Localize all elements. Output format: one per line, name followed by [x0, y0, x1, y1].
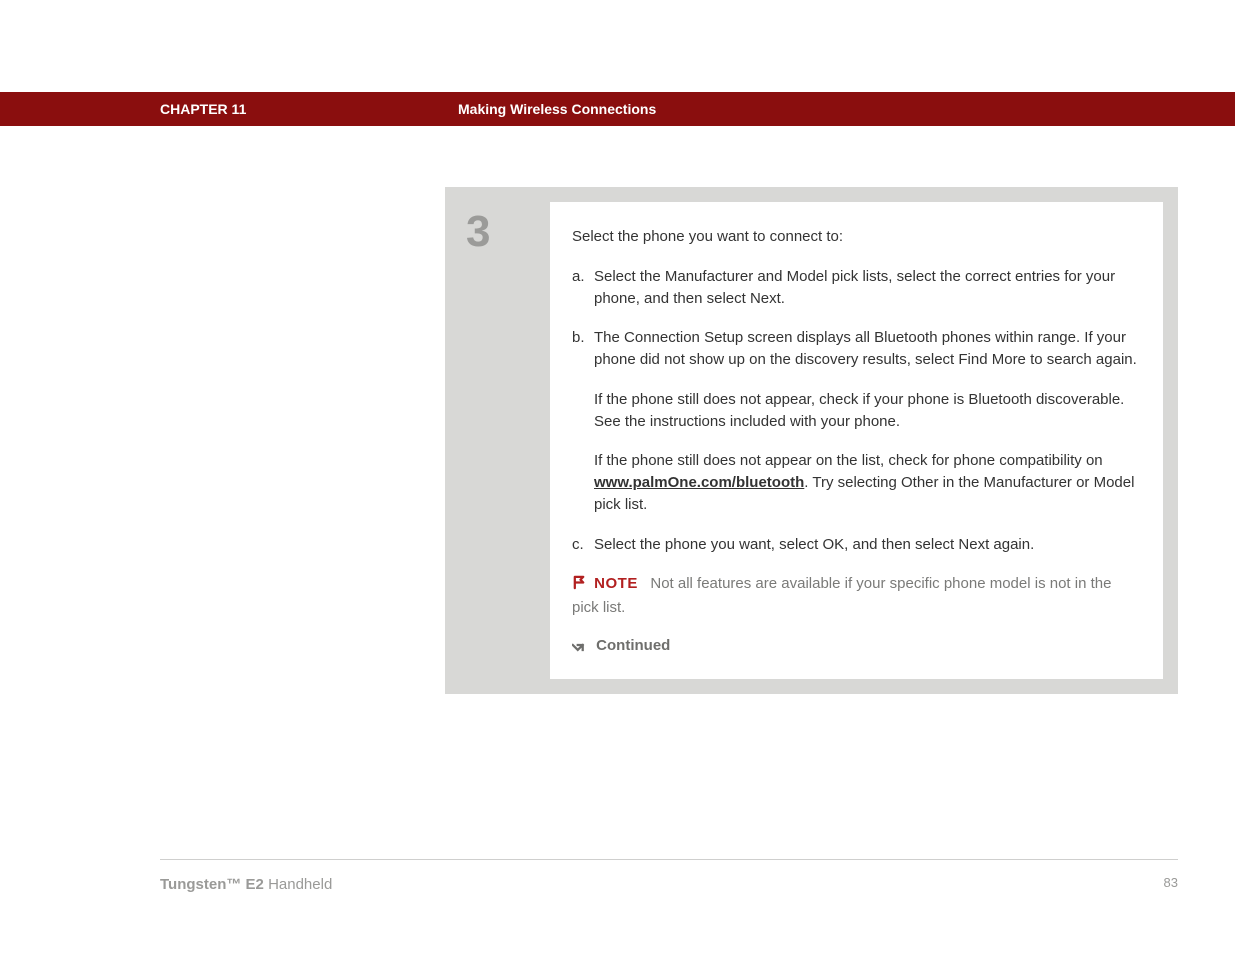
list-text: The Connection Setup screen displays all… — [594, 327, 1141, 515]
continued-label: Continued — [596, 637, 670, 654]
product-light: Handheld — [264, 876, 332, 893]
note-label: NOTE — [594, 575, 638, 592]
arrow-down-right-icon — [572, 637, 586, 659]
chapter-header-bar: CHAPTER 11 Making Wireless Connections — [0, 92, 1235, 126]
chapter-number: CHAPTER 11 — [160, 99, 246, 119]
step-card: 3 Select the phone you want to connect t… — [445, 187, 1178, 694]
product-name: Tungsten™ E2 Handheld — [160, 874, 332, 896]
step-number: 3 — [460, 202, 550, 679]
product-bold: Tungsten™ E2 — [160, 876, 264, 893]
step-body: Select the phone you want to connect to:… — [550, 202, 1163, 679]
compatibility-link[interactable]: www.palmOne.com/bluetooth — [594, 474, 804, 491]
list-text-sub1: If the phone still does not appear, chec… — [594, 389, 1141, 433]
chapter-title: Making Wireless Connections — [458, 99, 656, 119]
list-text: Select the Manufacturer and Model pick l… — [594, 266, 1141, 310]
page-number: 83 — [1164, 874, 1178, 896]
list-marker: b. — [572, 327, 594, 515]
continued-line: Continued — [572, 635, 1141, 659]
list-marker: c. — [572, 534, 594, 556]
list-item: c. Select the phone you want, select OK,… — [572, 534, 1141, 556]
list-text: Select the phone you want, select OK, an… — [594, 534, 1141, 556]
list-text-main: The Connection Setup screen displays all… — [594, 329, 1137, 368]
flag-icon — [572, 575, 587, 597]
page-footer: Tungsten™ E2 Handheld 83 — [160, 859, 1178, 896]
note-text: Not all features are available if your s… — [572, 575, 1111, 616]
list-item: b. The Connection Setup screen displays … — [572, 327, 1141, 515]
step-ordered-list: a. Select the Manufacturer and Model pic… — [572, 266, 1141, 556]
list-text-sub2: If the phone still does not appear on th… — [594, 450, 1141, 515]
note-block: NOTE Not all features are available if y… — [572, 573, 1141, 619]
step-intro: Select the phone you want to connect to: — [572, 226, 1141, 248]
list-item: a. Select the Manufacturer and Model pic… — [572, 266, 1141, 310]
list-marker: a. — [572, 266, 594, 310]
sub2-pre: If the phone still does not appear on th… — [594, 452, 1103, 469]
